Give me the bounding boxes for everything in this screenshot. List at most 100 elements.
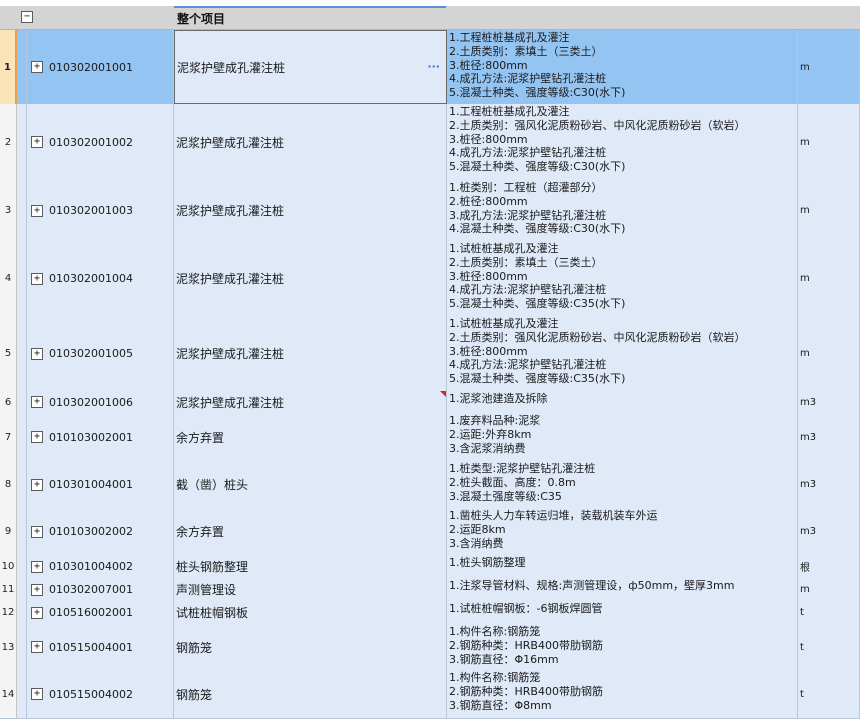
item-code-cell[interactable]: + 010515004002 — [27, 670, 174, 718]
table-row[interactable]: 10 + 010301004002 桩头钢筋整理 1.桩头钢筋整理 根 — [0, 555, 860, 579]
unit-cell[interactable]: m — [798, 241, 860, 316]
table-row[interactable]: 9 + 010103002002 余方弃置 1.凿桩头人力车转运归堆，装载机装车… — [0, 508, 860, 556]
expand-icon[interactable]: + — [31, 641, 43, 653]
item-code-cell[interactable]: + 010302001001 — [27, 30, 174, 104]
unit-cell[interactable]: m3 — [798, 461, 860, 508]
item-name-cell[interactable]: 泥浆护壁成孔灌注桩 ··· — [174, 30, 447, 104]
item-features-cell[interactable]: 1.凿桩头人力车转运归堆，装载机装车外运 2.运距8km 3.含消纳费 — [447, 508, 798, 555]
table-row[interactable]: 6 + 010302001006 泥浆护壁成孔灌注桩 1.泥浆池建造及拆除 m3 — [0, 391, 860, 414]
expand-icon[interactable]: + — [31, 347, 43, 360]
row-index[interactable]: 10 — [0, 555, 17, 578]
expand-icon[interactable]: + — [31, 478, 43, 491]
unit-cell[interactable]: 根 — [798, 555, 860, 578]
expand-icon[interactable]: + — [31, 204, 43, 217]
item-name-cell[interactable]: 泥浆护壁成孔灌注桩 — [174, 241, 447, 316]
item-name-cell[interactable]: 泥浆护壁成孔灌注桩 — [174, 316, 447, 391]
table-row[interactable]: 7 + 010103002001 余方弃置 1.废弃料品种:泥浆 2.运距:外弃8… — [0, 413, 860, 462]
item-features-cell[interactable]: 1.试桩桩基成孔及灌注 2.土质类别：强风化泥质粉砂岩、中风化泥质粉砂岩（软岩） 3… — [447, 316, 798, 391]
unit-cell[interactable]: m3 — [798, 413, 860, 461]
unit-cell[interactable]: m3 — [798, 508, 860, 555]
expand-icon[interactable]: + — [31, 583, 43, 596]
item-features-cell[interactable]: 1.泥浆池建造及拆除 — [447, 391, 798, 413]
unit-cell[interactable]: m — [798, 30, 860, 104]
row-index[interactable]: 6 — [0, 391, 17, 413]
row-index[interactable]: 4 — [0, 241, 17, 316]
item-code-cell[interactable]: + 010302001003 — [27, 180, 174, 241]
expand-icon[interactable]: + — [31, 688, 43, 700]
table-row[interactable]: 5 + 010302001005 泥浆护壁成孔灌注桩 1.试桩桩基成孔及灌注 2.… — [0, 316, 860, 392]
expand-icon[interactable]: + — [31, 61, 43, 73]
unit-cell[interactable]: m — [798, 180, 860, 241]
table-row[interactable]: 4 + 010302001004 泥浆护壁成孔灌注桩 1.试桩桩基成孔及灌注 2.… — [0, 241, 860, 317]
item-features-cell[interactable]: 1.废弃料品种:泥浆 2.运距:外弃8km 3.含泥浆消纳费 — [447, 413, 798, 461]
unit-cell[interactable]: t — [798, 670, 860, 718]
table-row[interactable]: 3 + 010302001003 泥浆护壁成孔灌注桩 1.桩类别：工程桩（超灌部… — [0, 180, 860, 242]
item-name-cell[interactable]: 泥浆护壁成孔灌注桩 — [174, 391, 447, 413]
expand-icon[interactable]: + — [31, 272, 43, 285]
item-code-cell[interactable]: + 010103002001 — [27, 413, 174, 461]
row-index[interactable]: 11 — [0, 578, 17, 601]
table-row[interactable]: 8 + 010301004001 截（凿）桩头 1.桩类型:泥浆护壁钻孔灌注桩 2… — [0, 461, 860, 509]
item-features-cell[interactable]: 1.试桩桩帽钢板：-6钢板焊圆管 — [447, 601, 798, 624]
item-features-cell[interactable]: 1.桩头钢筋整理 — [447, 555, 798, 578]
item-features-cell[interactable]: 1.试桩桩基成孔及灌注 2.土质类别：素填土（三类土） 3.桩径:800mm 4.成孔… — [447, 241, 798, 316]
item-features-cell[interactable]: 1.构件名称:钢筋笼 2.钢筋种类：HRB400带肋钢筋 3.钢筋直径：Φ16mm — [447, 624, 798, 670]
item-name-cell[interactable]: 余方弃置 — [174, 413, 447, 461]
item-name-cell[interactable]: 试桩桩帽钢板 — [174, 601, 447, 624]
item-features-cell[interactable]: 1.桩类别：工程桩（超灌部分） 2.桩径:800mm 3.成孔方法:泥浆护壁钻孔灌注… — [447, 180, 798, 241]
row-index[interactable]: 8 — [0, 461, 17, 508]
unit-cell[interactable]: t — [798, 601, 860, 624]
unit-cell[interactable]: m — [798, 104, 860, 180]
expand-icon[interactable]: + — [31, 560, 43, 573]
expand-icon[interactable]: + — [31, 396, 43, 408]
item-name-cell[interactable]: 声测管理设 — [174, 578, 447, 601]
expand-icon[interactable]: + — [31, 431, 43, 443]
item-code-cell[interactable]: + 010302007001 — [27, 578, 174, 601]
item-name-cell[interactable]: 泥浆护壁成孔灌注桩 — [174, 104, 447, 180]
item-code-cell[interactable]: + 010103002002 — [27, 508, 174, 555]
item-features-cell[interactable]: 1.构件名称:钢筋笼 2.钢筋种类：HRB400带肋钢筋 3.钢筋直径：Φ8mm — [447, 670, 798, 718]
item-code-cell[interactable]: + 010302001005 — [27, 316, 174, 391]
row-index[interactable]: 13 — [0, 624, 17, 670]
table-row[interactable]: 2 + 010302001002 泥浆护壁成孔灌注桩 1.工程桩桩基成孔及灌注 2… — [0, 104, 860, 181]
item-code-cell[interactable]: + 010301004001 — [27, 461, 174, 508]
item-name-cell[interactable]: 截（凿）桩头 — [174, 461, 447, 508]
unit-cell[interactable]: m — [798, 316, 860, 391]
collapse-icon[interactable]: − — [21, 11, 33, 23]
row-index[interactable]: 7 — [0, 413, 17, 461]
item-name-cell[interactable]: 余方弃置 — [174, 508, 447, 555]
item-name-cell[interactable]: 钢筋笼 — [174, 670, 447, 718]
table-row[interactable]: 11 + 010302007001 声测管理设 1.注浆导管材料、规格:声测管理… — [0, 578, 860, 602]
item-code-cell[interactable]: + 010302001006 — [27, 391, 174, 413]
item-name-cell[interactable]: 钢筋笼 — [174, 624, 447, 670]
unit-cell[interactable]: m — [798, 578, 860, 601]
item-name-cell[interactable]: 泥浆护壁成孔灌注桩 — [174, 180, 447, 241]
item-code-cell[interactable]: + 010302001004 — [27, 241, 174, 316]
row-index[interactable]: 12 — [0, 601, 17, 624]
table-row[interactable]: 1 + 010302001001 泥浆护壁成孔灌注桩 ··· 1.工程桩桩基成孔… — [0, 30, 860, 105]
item-features-cell[interactable]: 1.工程桩桩基成孔及灌注 2.土质类别：强风化泥质粉砂岩、中风化泥质粉砂岩（软岩）… — [447, 104, 798, 180]
row-index[interactable]: 9 — [0, 508, 17, 555]
table-row[interactable]: 13 + 010515004001 钢筋笼 1.构件名称:钢筋笼 2.钢筋种类：H… — [0, 624, 860, 671]
item-code-cell[interactable]: + 010301004002 — [27, 555, 174, 578]
expand-icon[interactable]: + — [31, 136, 43, 148]
item-code-cell[interactable]: + 010516002001 — [27, 601, 174, 624]
more-options-icon[interactable]: ··· — [427, 60, 440, 73]
unit-cell[interactable]: m3 — [798, 391, 860, 413]
item-code-cell[interactable]: + 010302001002 — [27, 104, 174, 180]
item-features-cell[interactable]: 1.注浆导管材料、规格:声测管理设，ф50mm，壁厚3mm — [447, 578, 798, 601]
item-code-cell[interactable]: + 010515004001 — [27, 624, 174, 670]
group-row-whole-project[interactable]: − 整个项目 — [0, 6, 860, 30]
unit-cell[interactable]: t — [798, 624, 860, 670]
row-index[interactable]: 2 — [0, 104, 17, 180]
row-index[interactable]: 1 — [0, 30, 17, 104]
expand-icon[interactable]: + — [31, 606, 43, 619]
item-features-cell[interactable]: 1.工程桩桩基成孔及灌注 2.土质类别：素填土（三类土） 3.桩径:800mm 4.成… — [447, 30, 798, 104]
item-name-cell[interactable]: 桩头钢筋整理 — [174, 555, 447, 578]
expand-icon[interactable]: + — [31, 525, 43, 538]
item-features-cell[interactable]: 1.桩类型:泥浆护壁钻孔灌注桩 2.桩头截面、高度：0.8m 3.混凝土强度等级:C… — [447, 461, 798, 508]
row-index[interactable]: 5 — [0, 316, 17, 391]
table-row[interactable]: 14 + 010515004002 钢筋笼 1.构件名称:钢筋笼 2.钢筋种类：H… — [0, 670, 860, 719]
row-index[interactable]: 3 — [0, 180, 17, 241]
row-index[interactable]: 14 — [0, 670, 17, 718]
